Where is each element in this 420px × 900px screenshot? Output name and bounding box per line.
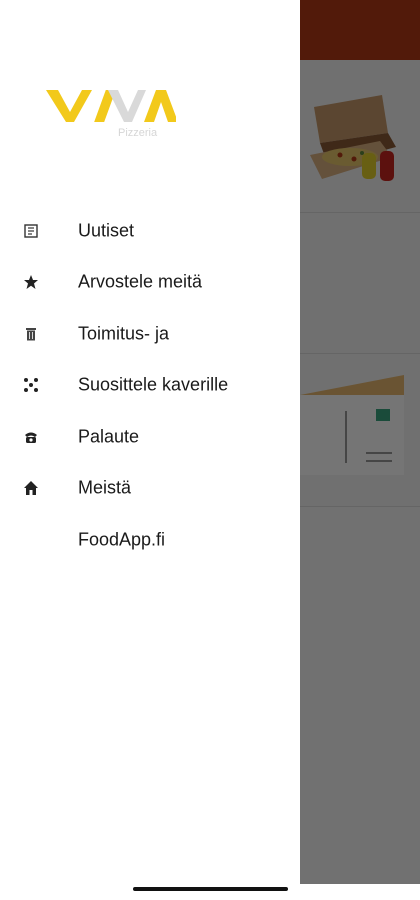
drawer-menu: Uutiset Arvostele meitä Toimitus- ja Suo… (0, 205, 300, 566)
star-icon (22, 273, 40, 291)
menu-label: Palaute (78, 426, 140, 447)
home-icon (22, 479, 40, 497)
newspaper-icon (22, 222, 40, 240)
menu-item-meista[interactable]: Meistä (0, 463, 300, 515)
menu-item-uutiset[interactable]: Uutiset (0, 205, 300, 257)
home-indicator[interactable] (133, 887, 288, 891)
viva-pizzeria-logo: Pizzeria (46, 90, 176, 139)
menu-label: Toimitus- ja (78, 323, 170, 344)
menu-label: Uutiset (78, 220, 135, 241)
menu-label: FoodApp.fi (78, 529, 166, 550)
share-network-icon (22, 376, 40, 394)
menu-label: Arvostele meitä (78, 271, 203, 292)
phone-icon (22, 428, 40, 446)
menu-label: Meistä (78, 477, 132, 498)
menu-item-foodapp[interactable]: FoodApp.fi (0, 514, 300, 566)
navigation-drawer: Pizzeria Uutiset Arvostele meitä Toimitu… (0, 0, 300, 884)
menu-label: Suosittele kaverille (78, 374, 229, 395)
trash-icon (22, 325, 40, 343)
menu-item-palaute[interactable]: Palaute (0, 411, 300, 463)
logo-subtext: Pizzeria (118, 127, 158, 139)
menu-item-toimitus[interactable]: Toimitus- ja (0, 308, 300, 360)
menu-item-arvostele[interactable]: Arvostele meitä (0, 257, 300, 309)
menu-item-suosittele[interactable]: Suosittele kaverille (0, 360, 300, 412)
